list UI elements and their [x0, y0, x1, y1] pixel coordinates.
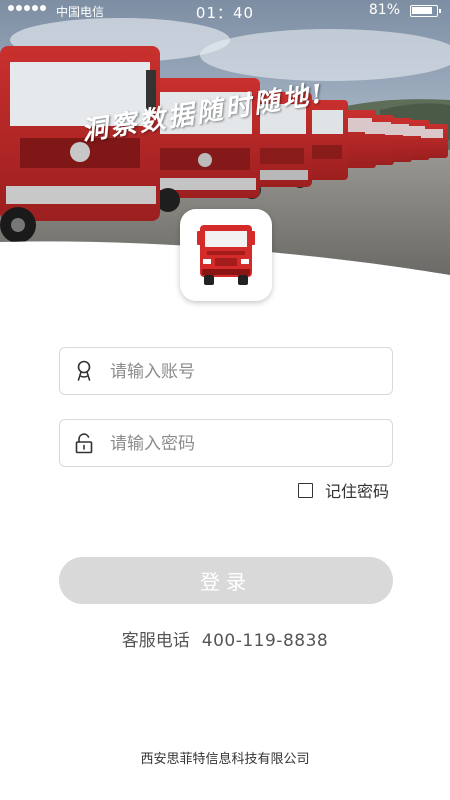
password-input[interactable]: [108, 420, 382, 468]
company-footer: 西安思菲特信息科技有限公司: [140, 752, 310, 767]
customer-service-hotline: 客服电话 400-119-8838: [0, 626, 450, 651]
status-bar: 中国电信 01：40 81%: [0, 0, 450, 24]
user-icon: [77, 360, 91, 381]
password-field: [59, 419, 393, 468]
login-button[interactable]: 登录: [59, 557, 393, 604]
account-field: [59, 347, 393, 396]
account-input[interactable]: [108, 348, 382, 396]
lock-icon: [75, 433, 93, 454]
battery-icon: [410, 5, 441, 17]
remember-password-label: 记住密码: [325, 482, 390, 501]
truck-icon: [197, 225, 255, 285]
checkbox-icon[interactable]: [298, 482, 313, 498]
app-logo: [180, 209, 272, 301]
remember-password-checkbox[interactable]: 记住密码: [298, 478, 389, 502]
battery-percentage: 81%: [368, 2, 400, 18]
hotline-number[interactable]: 400-119-8838: [202, 631, 328, 651]
hotline-label: 客服电话: [121, 631, 190, 651]
